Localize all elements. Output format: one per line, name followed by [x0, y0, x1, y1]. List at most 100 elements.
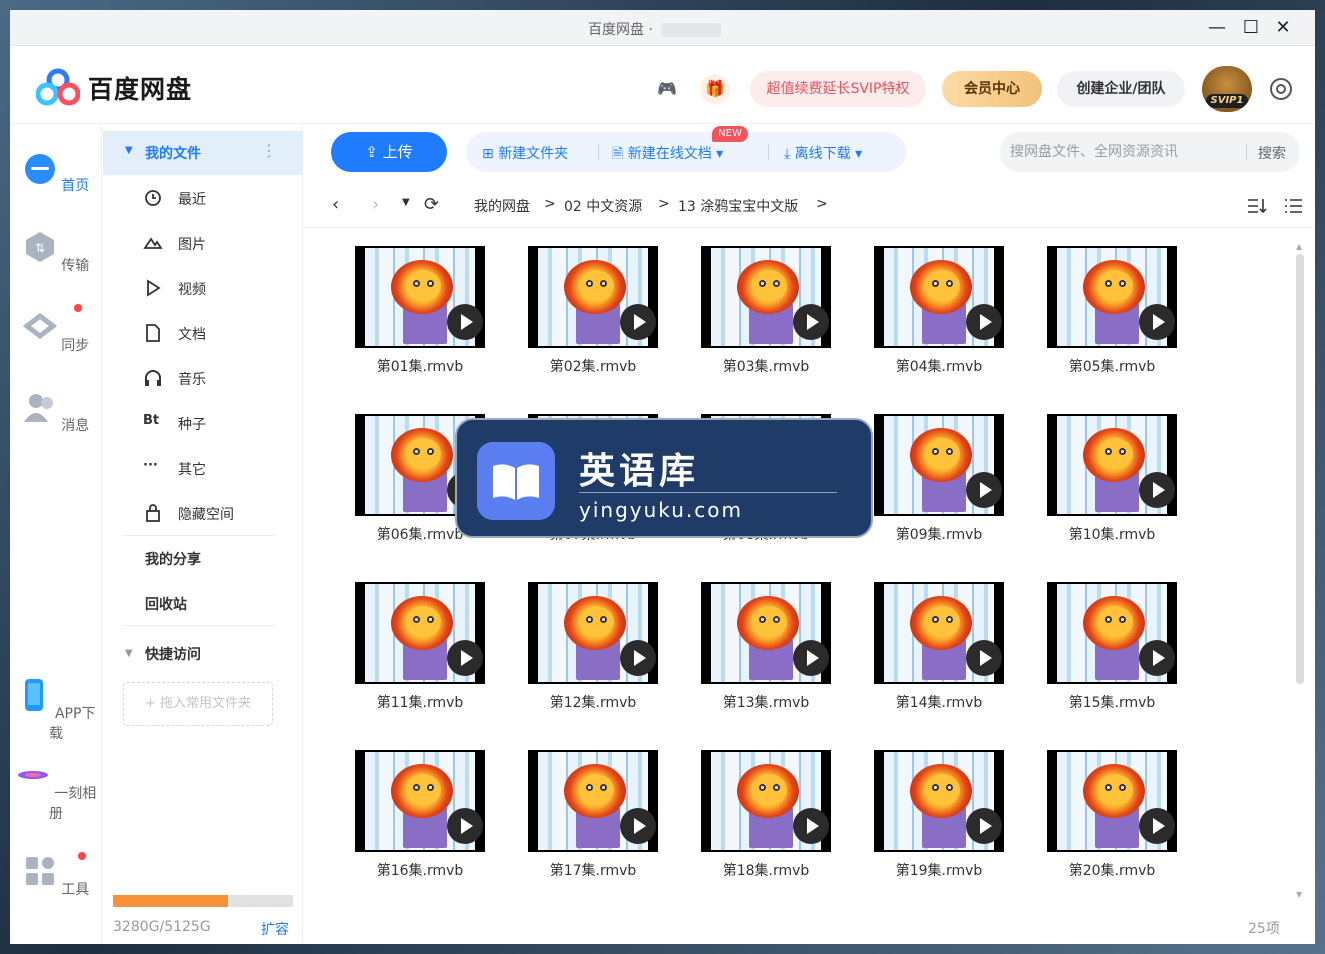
play-icon[interactable]: [620, 304, 656, 340]
nav-transfer[interactable]: ⇅ 传输: [10, 230, 102, 275]
sidebar-item-other[interactable]: ··· 其它: [103, 448, 303, 488]
sidebar-recycle-bin[interactable]: 回收站: [145, 594, 187, 614]
file-name[interactable]: 第17集.rmvb: [528, 860, 658, 880]
file-tile[interactable]: 第16集.rmvb: [344, 734, 485, 884]
sidebar-item-hidden-space[interactable]: 隐藏空间: [103, 493, 303, 533]
svip-promo-button[interactable]: 超值续费延长SVIP特权: [750, 71, 926, 107]
play-icon[interactable]: [447, 640, 483, 676]
sort-icon[interactable]: [1246, 196, 1268, 216]
file-name[interactable]: 第18集.rmvb: [701, 860, 831, 880]
scroll-up-icon[interactable]: ▲: [1296, 242, 1302, 251]
close-button[interactable]: ✕: [1270, 15, 1296, 41]
file-tile[interactable]: 第02集.rmvb: [517, 230, 658, 380]
file-name[interactable]: 第14集.rmvb: [874, 692, 1004, 712]
play-icon[interactable]: [620, 640, 656, 676]
video-thumbnail[interactable]: [1047, 582, 1177, 684]
scroll-thumb[interactable]: [1296, 254, 1304, 684]
file-tile[interactable]: 第11集.rmvb: [344, 566, 485, 716]
nav-message[interactable]: 消息: [10, 390, 102, 435]
video-thumbnail[interactable]: [874, 582, 1004, 684]
settings-icon[interactable]: [1268, 76, 1294, 102]
video-thumbnail[interactable]: [701, 246, 831, 348]
file-name[interactable]: 第05集.rmvb: [1047, 356, 1177, 376]
offline-download-button[interactable]: ⤓ 离线下载 ▾: [784, 143, 862, 163]
history-dropdown-icon[interactable]: ▼: [402, 197, 410, 208]
sidebar-my-share[interactable]: 我的分享: [145, 549, 201, 569]
sidebar-item-music[interactable]: 音乐: [103, 358, 303, 398]
minimize-button[interactable]: —: [1204, 15, 1230, 41]
file-name[interactable]: 第13集.rmvb: [701, 692, 831, 712]
drop-folder-zone[interactable]: + 拖入常用文件夹: [123, 682, 273, 726]
gift-icon[interactable]: 🎁: [700, 74, 730, 104]
sidebar-item-recent[interactable]: 最近: [103, 178, 303, 218]
gamepad-icon[interactable]: 🎮: [652, 74, 682, 104]
refresh-icon[interactable]: ⟳: [424, 194, 439, 215]
nav-home[interactable]: 首页: [10, 150, 102, 195]
play-icon[interactable]: [1139, 304, 1175, 340]
file-name[interactable]: 第10集.rmvb: [1047, 524, 1177, 544]
file-tile[interactable]: 第19集.rmvb: [863, 734, 1004, 884]
file-name[interactable]: 第16集.rmvb: [355, 860, 485, 880]
nav-sync[interactable]: 同步: [10, 310, 102, 355]
play-icon[interactable]: [447, 304, 483, 340]
upload-button[interactable]: ⇪ 上传: [331, 132, 447, 172]
avatar[interactable]: SVIP1: [1202, 66, 1252, 112]
play-icon[interactable]: [966, 640, 1002, 676]
file-tile[interactable]: 第12集.rmvb: [517, 566, 658, 716]
expand-storage-link[interactable]: 扩容: [261, 919, 289, 939]
member-center-button[interactable]: 会员中心: [942, 71, 1042, 107]
file-tile[interactable]: 第05集.rmvb: [1036, 230, 1177, 380]
search-input[interactable]: [1010, 132, 1240, 172]
breadcrumb-level2[interactable]: 13 涂鸦宝宝中文版: [678, 196, 798, 216]
play-icon[interactable]: [620, 808, 656, 844]
video-thumbnail[interactable]: [1047, 750, 1177, 852]
file-tile[interactable]: 第17集.rmvb: [517, 734, 658, 884]
sidebar-quick-access[interactable]: 快捷访问: [145, 644, 201, 664]
maximize-button[interactable]: ☐: [1238, 15, 1264, 41]
play-icon[interactable]: [793, 640, 829, 676]
file-tile[interactable]: 第10集.rmvb: [1036, 398, 1177, 548]
play-icon[interactable]: [1139, 640, 1175, 676]
file-name[interactable]: 第19集.rmvb: [874, 860, 1004, 880]
play-icon[interactable]: [1139, 472, 1175, 508]
sidebar-item-documents[interactable]: 文档: [103, 313, 303, 353]
file-name[interactable]: 第02集.rmvb: [528, 356, 658, 376]
video-thumbnail[interactable]: [355, 582, 485, 684]
nav-tools[interactable]: 工具: [10, 854, 102, 899]
back-arrow-icon[interactable]: ‹: [332, 194, 339, 215]
file-name[interactable]: 第20集.rmvb: [1047, 860, 1177, 880]
file-tile[interactable]: 第01集.rmvb: [344, 230, 485, 380]
video-thumbnail[interactable]: [528, 582, 658, 684]
play-icon[interactable]: [966, 808, 1002, 844]
file-tile[interactable]: 第09集.rmvb: [863, 398, 1004, 548]
video-thumbnail[interactable]: [355, 246, 485, 348]
sidebar-my-files[interactable]: ▼ 我的文件 ⋮: [103, 131, 303, 175]
new-folder-button[interactable]: ⊞ 新建文件夹: [482, 143, 568, 163]
vertical-scrollbar[interactable]: ▲ ▼: [1294, 242, 1306, 902]
file-tile[interactable]: 第20集.rmvb: [1036, 734, 1177, 884]
sidebar-item-torrents[interactable]: Bt 种子: [103, 403, 303, 443]
file-tile[interactable]: 第03集.rmvb: [690, 230, 831, 380]
video-thumbnail[interactable]: [874, 750, 1004, 852]
play-icon[interactable]: [966, 304, 1002, 340]
file-name[interactable]: 第09集.rmvb: [874, 524, 1004, 544]
file-name[interactable]: 第03集.rmvb: [701, 356, 831, 376]
collapse-triangle-icon[interactable]: ▼: [125, 145, 133, 156]
video-thumbnail[interactable]: [1047, 414, 1177, 516]
list-view-icon[interactable]: [1282, 196, 1304, 216]
quick-access-triangle-icon[interactable]: ▼: [125, 648, 133, 659]
file-name[interactable]: 第11集.rmvb: [355, 692, 485, 712]
nav-album[interactable]: 一刻相册: [10, 758, 102, 823]
sidebar-item-images[interactable]: 图片: [103, 223, 303, 263]
video-thumbnail[interactable]: [355, 750, 485, 852]
video-thumbnail[interactable]: [528, 750, 658, 852]
forward-arrow-icon[interactable]: ›: [372, 194, 379, 215]
file-name[interactable]: 第12集.rmvb: [528, 692, 658, 712]
video-thumbnail[interactable]: [874, 246, 1004, 348]
new-online-doc-button[interactable]: 🗎 新建在线文档 ▾: [612, 143, 723, 167]
file-name[interactable]: 第04集.rmvb: [874, 356, 1004, 376]
video-thumbnail[interactable]: [701, 582, 831, 684]
play-icon[interactable]: [966, 472, 1002, 508]
create-enterprise-button[interactable]: 创建企业/团队: [1057, 71, 1185, 107]
scroll-down-icon[interactable]: ▼: [1296, 890, 1302, 899]
